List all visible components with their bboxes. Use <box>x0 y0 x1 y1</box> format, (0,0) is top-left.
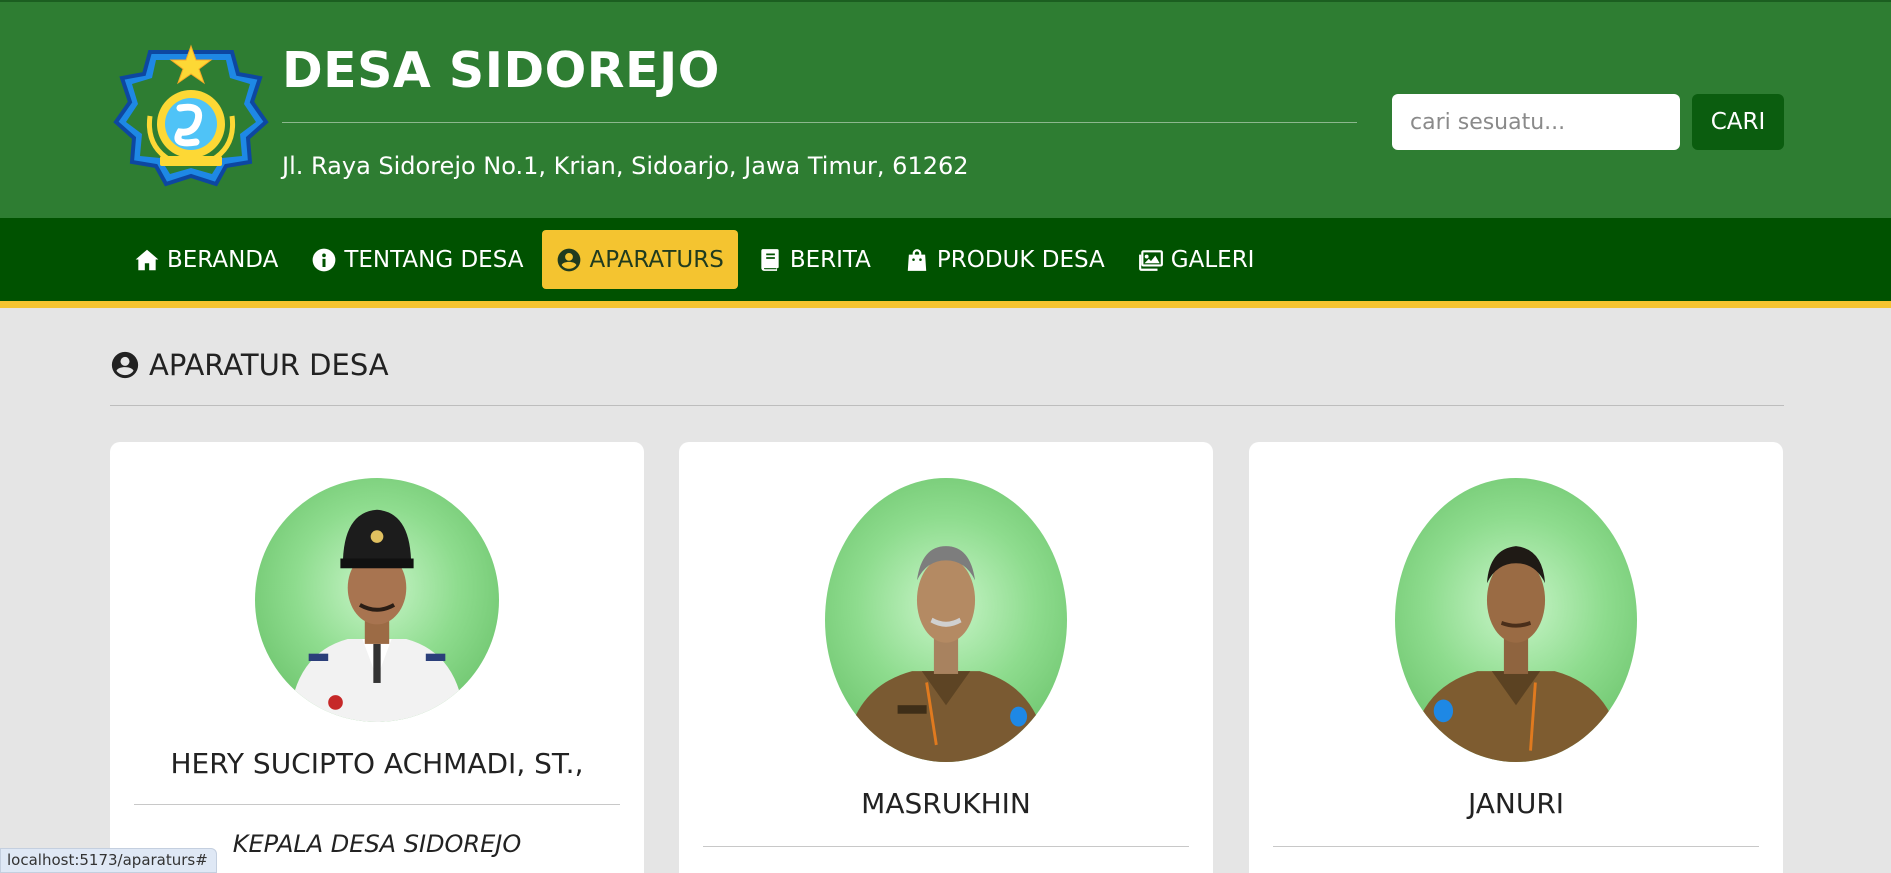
page-title-label: APARATUR DESA <box>149 348 389 382</box>
nav-item-label: APARATURS <box>589 246 724 273</box>
nav-item-berita[interactable]: BERITA <box>743 230 885 289</box>
aparatur-name: JANURI <box>1467 787 1565 820</box>
nav-item-label: GALERI <box>1170 246 1255 273</box>
nav-item-label: BERANDA <box>167 246 279 273</box>
book-icon <box>761 248 779 271</box>
nav-item-galeri[interactable]: GALERI <box>1124 230 1269 289</box>
aparatur-card[interactable]: HERY SUCIPTO ACHMADI, ST., KEPALA DESA S… <box>110 442 644 873</box>
logo-emblem-icon <box>113 44 269 187</box>
site-title: DESA SIDOREJO <box>282 42 720 99</box>
aparatur-photo <box>255 478 499 722</box>
aparatur-name: MASRUKHIN <box>861 787 1031 820</box>
aparatur-photo <box>825 478 1067 762</box>
card-divider <box>703 846 1189 847</box>
main-nav: BERANDA TENTANG DESA APARATURS BERITA PR… <box>0 218 1891 301</box>
nav-item-beranda[interactable]: BERANDA <box>120 230 292 289</box>
page-title: APARATUR DESA <box>110 348 389 382</box>
nav-item-aparaturs[interactable]: APARATURS <box>542 230 738 289</box>
official-portrait-icon <box>289 509 465 722</box>
nav-item-label: TENTANG DESA <box>344 246 524 273</box>
user-circle-icon <box>558 248 581 271</box>
card-divider <box>134 804 620 805</box>
official-portrait-icon <box>844 546 1048 762</box>
section-divider <box>110 405 1784 406</box>
shopping-bag-icon <box>907 248 927 271</box>
status-bar-url: localhost:5173/aparaturs# <box>0 848 217 873</box>
nav-list: BERANDA TENTANG DESA APARATURS BERITA PR… <box>120 230 1268 289</box>
nav-item-label: BERITA <box>789 246 871 273</box>
nav-item-label: PRODUK DESA <box>936 246 1105 273</box>
aparatur-card[interactable]: MASRUKHIN <box>679 442 1213 873</box>
nav-item-produk-desa[interactable]: PRODUK DESA <box>890 230 1119 289</box>
search-button[interactable]: CARI <box>1692 94 1784 150</box>
village-logo[interactable] <box>110 38 272 188</box>
images-icon <box>1138 249 1163 271</box>
aparatur-photo <box>1395 478 1637 762</box>
site-address: Jl. Raya Sidorejo No.1, Krian, Sidoarjo,… <box>282 152 969 180</box>
home-icon <box>135 249 159 270</box>
official-portrait-icon <box>1409 546 1623 762</box>
info-circle-icon <box>312 248 336 271</box>
title-divider <box>282 122 1357 123</box>
user-circle-icon <box>111 351 139 379</box>
site-header: DESA SIDOREJO Jl. Raya Sidorejo No.1, Kr… <box>0 0 1891 218</box>
nav-accent-bar <box>0 301 1891 308</box>
card-divider <box>1273 846 1759 847</box>
search-input[interactable] <box>1392 94 1680 150</box>
aparatur-card[interactable]: JANURI <box>1249 442 1783 873</box>
nav-item-tentang-desa[interactable]: TENTANG DESA <box>297 230 537 289</box>
aparatur-name: HERY SUCIPTO ACHMADI, ST., <box>170 747 584 780</box>
